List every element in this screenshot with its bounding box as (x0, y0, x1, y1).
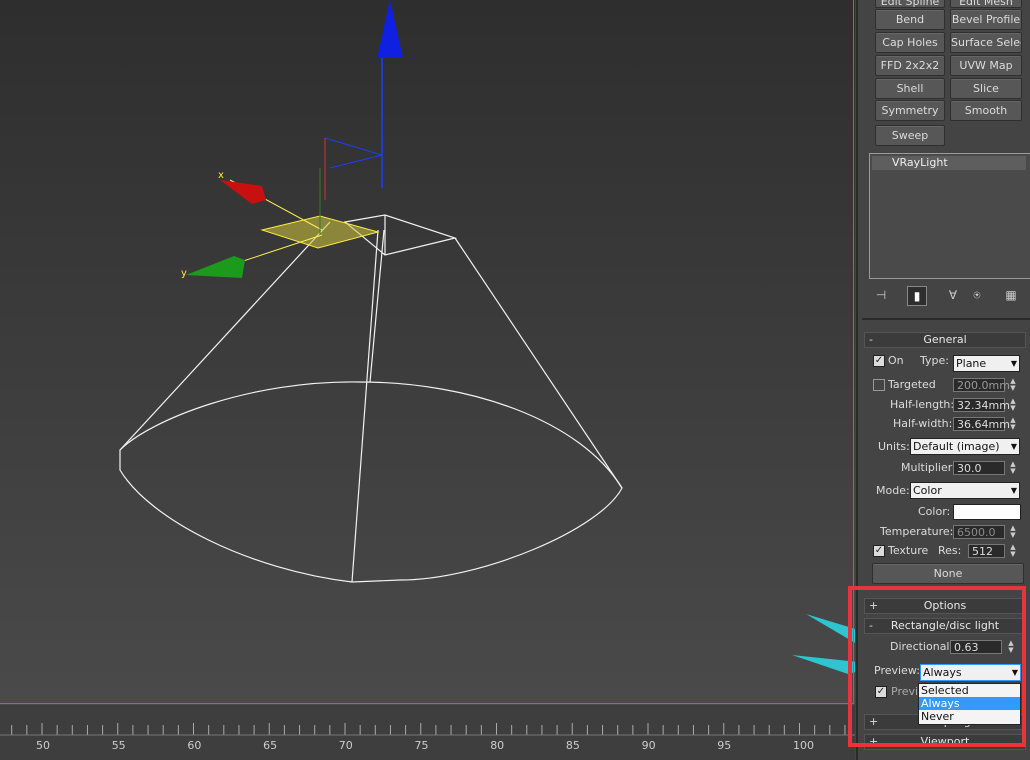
modifier-button-smooth[interactable]: Smooth (950, 100, 1022, 121)
spinner-arrows-icon[interactable]: ▲ ▼ (1008, 544, 1018, 558)
ruler-tick-label: 85 (565, 739, 580, 752)
type-label: Type: (920, 354, 949, 367)
ruler-tick-label: 90 (641, 739, 656, 752)
on-checkbox[interactable]: ✓ (873, 355, 885, 367)
modifier-button-edit-mesh[interactable]: Edit Mesh (950, 0, 1022, 8)
vray-light-wireframe[interactable] (119, 214, 623, 583)
perspective-viewport[interactable]: x y (0, 0, 855, 705)
ruler-tick-label: 75 (414, 739, 429, 752)
remove-modifier-icon[interactable]: ⍟ (968, 286, 986, 304)
ruler-tick-label: 70 (338, 739, 353, 752)
on-label: On (888, 354, 904, 367)
y-axis-label: y (181, 268, 187, 279)
multiplier-label: Multiplier: (901, 461, 956, 474)
modifier-stack[interactable]: VRayLight (869, 153, 1030, 279)
half-length-label: Half-length: (890, 398, 955, 411)
modifier-button-edit-spline[interactable]: Edit Spline (875, 0, 945, 8)
type-dropdown[interactable]: Plane ▼ (953, 355, 1020, 372)
annotation-highlight-box (848, 586, 1026, 747)
type-dropdown-value: Plane (956, 357, 987, 370)
modifier-button-slice[interactable]: Slice (950, 78, 1022, 99)
modifier-button-surface-select[interactable]: Surface Select (950, 32, 1022, 53)
modifier-button-ffd[interactable]: FFD 2x2x2 (875, 55, 945, 76)
modifier-button-symmetry[interactable]: Symmetry (875, 100, 945, 121)
time-ruler[interactable]: 50 55 60 65 70 75 80 85 90 95 100 (0, 705, 855, 760)
chevron-down-icon: ▼ (1010, 486, 1017, 495)
mode-dropdown-value: Color (913, 484, 942, 497)
annotation-arrow-icon (792, 655, 855, 674)
pin-stack-icon[interactable]: ⊣ (872, 286, 890, 304)
modifier-button-bend[interactable]: Bend (875, 9, 945, 30)
texture-label: Texture (888, 544, 929, 557)
modifier-button-cap-holes[interactable]: Cap Holes (875, 32, 945, 53)
texture-checkbox[interactable]: ✓ (873, 545, 885, 557)
modifier-button-uvw-map[interactable]: UVW Map (950, 55, 1022, 76)
res-field[interactable]: 512 (968, 544, 1005, 558)
texture-map-button[interactable]: None (872, 563, 1024, 584)
units-dropdown-value: Default (image) (913, 440, 1000, 453)
divider (862, 318, 1030, 320)
modifier-button-sweep[interactable]: Sweep (875, 125, 945, 146)
units-dropdown[interactable]: Default (image) ▼ (910, 438, 1020, 455)
half-width-field[interactable]: 36.64mm (953, 417, 1010, 431)
spinner-arrows-icon[interactable]: ▲ ▼ (1008, 525, 1018, 539)
viewport-scene: x y (119, 0, 855, 674)
targeted-distance-field[interactable]: 200.0mm (953, 378, 1010, 392)
x-axis-label: x (218, 170, 224, 181)
half-width-label: Half-width: (893, 417, 953, 430)
rollout-general-title: General (923, 333, 967, 346)
res-label: Res: (938, 544, 962, 557)
spinner-arrows-icon[interactable]: ▲ ▼ (1008, 378, 1018, 392)
rollout-collapse-icon: - (869, 333, 873, 346)
ruler-tick-label: 95 (717, 739, 732, 752)
ruler-tick-label: 60 (187, 739, 202, 752)
chevron-down-icon: ▼ (1010, 359, 1017, 368)
modifier-button-shell[interactable]: Shell (875, 78, 945, 99)
make-unique-icon[interactable]: ∀ (944, 286, 962, 304)
multiplier-field[interactable]: 30.0 (953, 461, 1005, 475)
half-length-field[interactable]: 32.34mm (953, 398, 1010, 412)
mode-label: Mode: (876, 484, 910, 497)
temperature-label: Temperature: (880, 525, 954, 538)
units-label: Units: (878, 440, 910, 453)
mode-dropdown[interactable]: Color ▼ (910, 482, 1020, 499)
targeted-checkbox[interactable] (873, 379, 885, 391)
show-end-result-icon[interactable]: ▮ (907, 286, 927, 306)
spinner-arrows-icon[interactable]: ▲ ▼ (1008, 417, 1018, 431)
modifier-button-bevel-profile[interactable]: Bevel Profile (950, 9, 1022, 30)
spinner-arrows-icon[interactable]: ▲ ▼ (1008, 398, 1018, 412)
rollout-general[interactable]: - General (864, 332, 1026, 348)
z-axis-arrow-icon[interactable] (377, 0, 403, 58)
y-axis-arrow-icon[interactable] (186, 256, 245, 278)
ruler-tick-label: 100 (793, 739, 814, 752)
ruler-tick-label: 55 (111, 739, 126, 752)
x-axis-arrow-icon[interactable] (220, 180, 266, 204)
ruler-tick-label: 65 (263, 739, 278, 752)
temperature-field[interactable]: 6500.0 (953, 525, 1005, 539)
stack-item-vraylight[interactable]: VRayLight (872, 156, 1026, 170)
configure-sets-icon[interactable]: ▦ (1002, 286, 1020, 304)
ruler-tick-label: 50 (36, 739, 50, 752)
targeted-label: Targeted (888, 378, 936, 391)
spinner-arrows-icon[interactable]: ▲ ▼ (1008, 461, 1018, 475)
ruler-tick-label: 80 (490, 739, 505, 752)
chevron-down-icon: ▼ (1010, 442, 1017, 451)
color-swatch[interactable] (953, 504, 1021, 520)
color-label: Color: (918, 505, 951, 518)
